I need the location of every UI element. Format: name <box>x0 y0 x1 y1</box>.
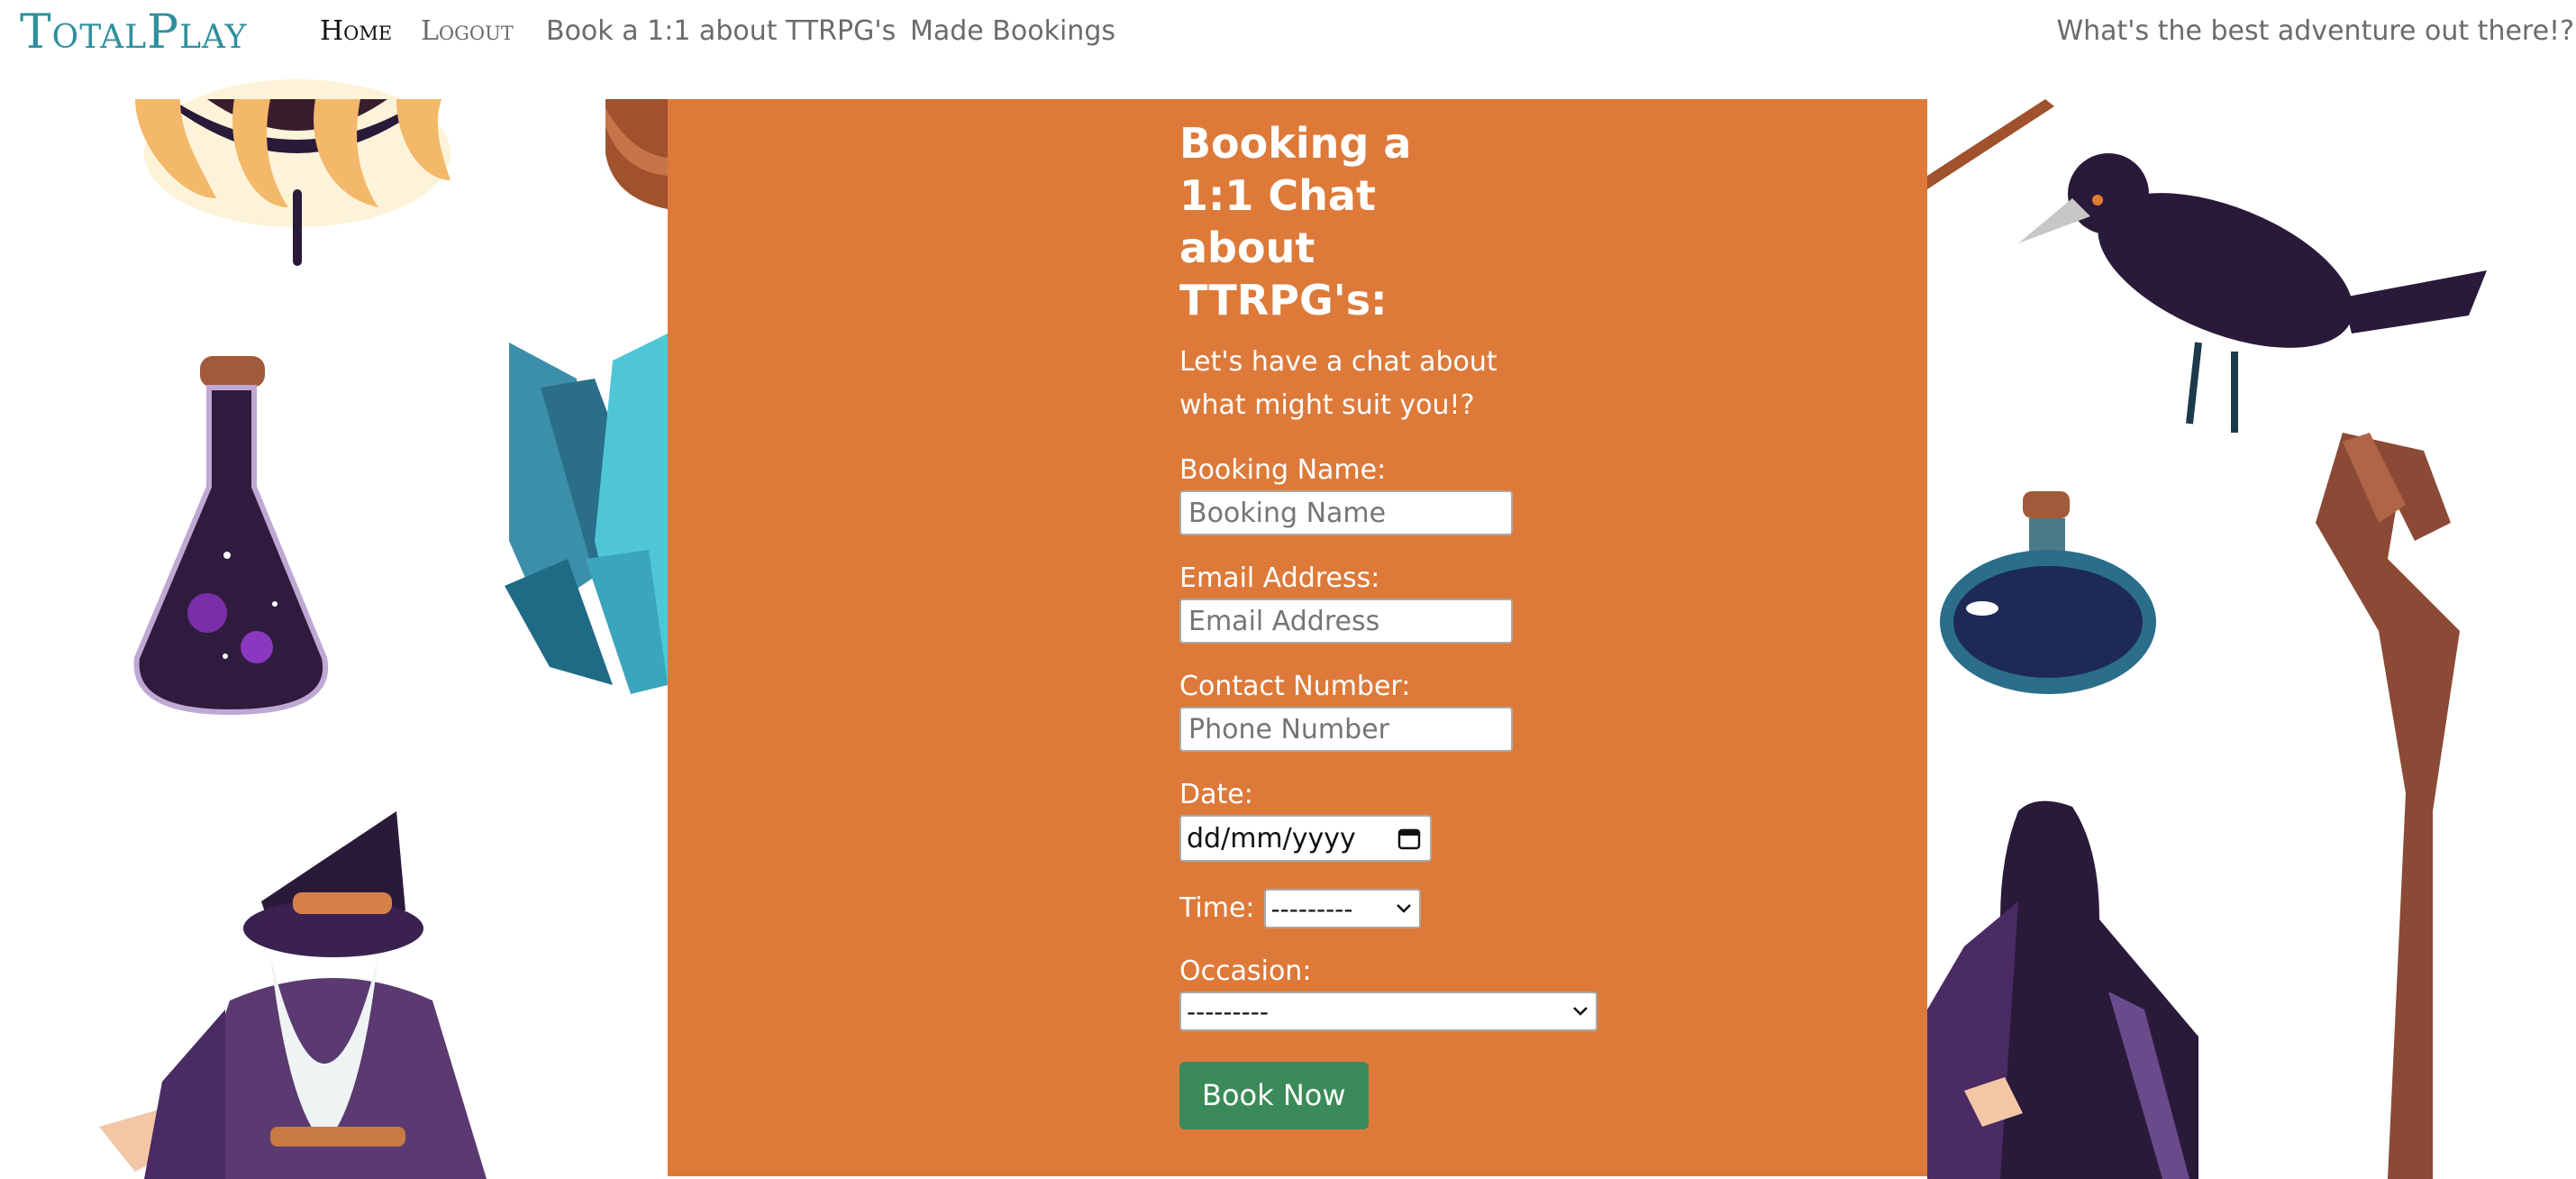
booking-name-input[interactable] <box>1179 490 1513 535</box>
time-select[interactable]: --------- <box>1263 889 1421 928</box>
booking-name-label: Booking Name: <box>1179 454 1387 486</box>
email-label: Email Address: <box>1179 562 1380 594</box>
wooden-bowl-illustration <box>605 99 668 209</box>
form-intro: Let's have a chat about what might suit … <box>1179 346 1497 421</box>
calendar-icon[interactable] <box>1397 827 1421 850</box>
date-value: dd/mm/yyyy <box>1187 822 1356 855</box>
hooded-figure-illustration <box>1927 800 2198 1179</box>
booking-form: Booking a 1:1 Chat about TTRPG's: Let's … <box>1179 117 1648 1129</box>
book-now-button[interactable]: Book Now <box>1179 1062 1369 1129</box>
time-label: Time: <box>1179 892 1255 924</box>
potion-flask-illustration <box>133 356 329 716</box>
wand-illustration <box>1927 99 2054 189</box>
contact-number-label: Contact Number: <box>1179 671 1411 702</box>
cauldron-illustration <box>135 79 451 266</box>
top-navbar: TotalPlay Home Logout Book a 1:1 about T… <box>0 0 2576 65</box>
nav-home[interactable]: Home <box>320 15 392 47</box>
wizard-illustration <box>99 811 487 1179</box>
occasion-select[interactable]: --------- <box>1179 992 1597 1031</box>
phone-input[interactable] <box>1179 707 1513 752</box>
brand-logo[interactable]: TotalPlay <box>20 5 247 59</box>
form-title: Booking a 1:1 Chat about TTRPG's: <box>1179 119 1412 324</box>
chevron-down-icon <box>1396 904 1411 913</box>
date-input[interactable]: dd/mm/yyyy <box>1179 815 1432 862</box>
nav-book-chat[interactable]: Book a 1:1 about TTRPG's <box>546 15 896 47</box>
time-select-value: --------- <box>1270 893 1353 924</box>
email-input[interactable] <box>1179 599 1513 644</box>
booking-panel: Booking a 1:1 Chat about TTRPG's: Let's … <box>668 99 1927 1176</box>
navbar-tagline: What's the best adventure out there!? <box>2056 15 2574 47</box>
chevron-down-icon <box>1573 1007 1588 1016</box>
nav-logout[interactable]: Logout <box>421 15 514 47</box>
occasion-label: Occasion: <box>1179 955 1312 987</box>
nav-made-bookings[interactable]: Made Bookings <box>910 15 1115 47</box>
date-label: Date: <box>1179 779 1253 810</box>
occasion-select-value: --------- <box>1187 996 1269 1027</box>
crystals-illustration <box>505 334 668 694</box>
raven-illustration <box>2018 153 2487 433</box>
staff-illustration <box>2316 433 2460 1179</box>
time-row: Time: --------- <box>1179 889 1648 928</box>
potion-bowl-illustration <box>1940 491 2156 694</box>
